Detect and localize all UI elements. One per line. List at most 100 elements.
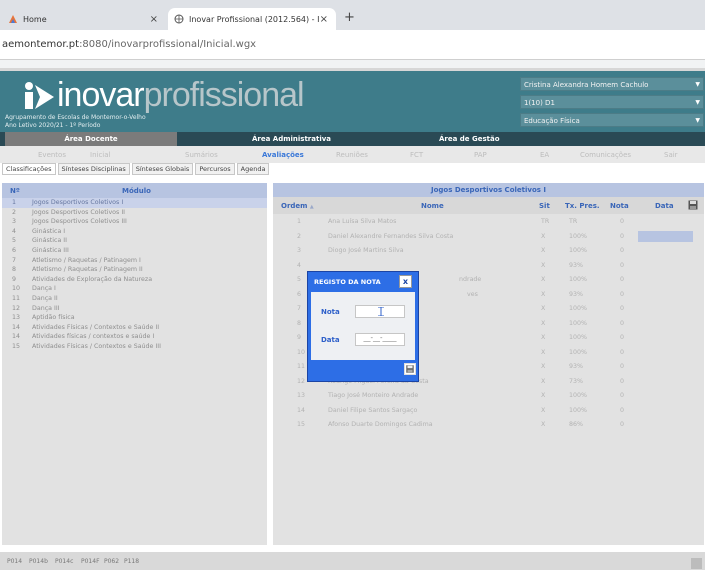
data-input[interactable]: __-__-____ bbox=[355, 333, 405, 346]
col-data[interactable]: Data bbox=[655, 202, 674, 210]
student-name: Ana Luísa Silva Matos bbox=[328, 218, 397, 225]
module-name: Atividades físicas / contextos e saúde I bbox=[32, 333, 155, 341]
user-select[interactable]: Cristina Alexandra Homem Cachulo bbox=[520, 77, 704, 91]
address-bar[interactable]: aemontemor.pt:8080/inovarprofissional/In… bbox=[0, 30, 705, 60]
menu-inicial[interactable]: Inicial bbox=[90, 151, 110, 159]
module-row[interactable]: 14 Atividades físicas / contextos e saúde… bbox=[2, 332, 267, 342]
save-icon[interactable] bbox=[688, 200, 698, 210]
menu-reunioes[interactable]: Reuniões bbox=[336, 151, 368, 159]
col-nota[interactable]: Nota bbox=[610, 202, 629, 210]
module-row[interactable]: 13 Aptidão física bbox=[2, 313, 267, 323]
dialog-close-button[interactable]: x bbox=[399, 275, 412, 288]
module-row[interactable]: 9 Atividades de Exploração da Natureza bbox=[2, 275, 267, 285]
url-text[interactable]: aemontemor.pt:8080/inovarprofissional/In… bbox=[2, 39, 256, 50]
student-row[interactable]: 4 X 93% 0 bbox=[273, 258, 704, 273]
student-nota[interactable]: 0 bbox=[620, 262, 624, 269]
col-ordem[interactable]: Ordem ▲ bbox=[281, 202, 314, 210]
student-sit: X bbox=[541, 232, 546, 240]
module-row[interactable]: 8 Atletismo / Raquetas / Patinagem II bbox=[2, 265, 267, 275]
tab-inovar-label: Inovar Profissional (2012.564) - I bbox=[189, 14, 320, 24]
student-row[interactable]: 15 Afonso Duarte Domingos Cadima X 86% 0 bbox=[273, 417, 704, 432]
student-row[interactable]: 13 Tiago José Monteiro Andrade X 100% 0 bbox=[273, 388, 704, 403]
student-nota[interactable]: 0 bbox=[620, 334, 624, 341]
dialog-title: REGISTO DA NOTA bbox=[314, 278, 381, 286]
student-nota[interactable]: 0 bbox=[620, 233, 624, 240]
resize-grip-icon[interactable] bbox=[691, 558, 702, 569]
menu-avaliacoes[interactable]: Avaliações bbox=[262, 151, 304, 159]
close-tab-icon[interactable]: × bbox=[150, 14, 158, 25]
subtab-sinteses-globais[interactable]: Sínteses Globais bbox=[131, 163, 194, 175]
module-row[interactable]: 2 Jogos Desportivos Coletivos II bbox=[2, 208, 267, 218]
module-number: 14 bbox=[12, 333, 21, 341]
subtab-agenda[interactable]: Agenda bbox=[236, 163, 270, 175]
student-sit: TR bbox=[541, 218, 550, 225]
student-row[interactable]: 14 Daniel Filipe Santos Sargaço X 100% 0 bbox=[273, 403, 704, 418]
nota-input[interactable] bbox=[355, 305, 405, 318]
student-nota[interactable]: 0 bbox=[620, 320, 624, 327]
footer-code: P014b bbox=[29, 558, 48, 565]
new-tab-button[interactable]: + bbox=[344, 10, 355, 25]
student-nota[interactable]: 0 bbox=[620, 349, 624, 356]
menu-ea[interactable]: EA bbox=[540, 151, 549, 159]
module-title: Jogos Desportivos Coletivos I bbox=[273, 183, 704, 197]
area-administrativa[interactable]: Área Administrativa bbox=[252, 135, 331, 143]
student-nota[interactable]: 0 bbox=[620, 392, 624, 399]
student-nota[interactable]: 0 bbox=[620, 291, 624, 298]
student-row[interactable]: 2 Daniel Alexandre Fernandes Silva Costa X… bbox=[273, 229, 704, 244]
student-nota[interactable]: 0 bbox=[620, 407, 624, 414]
module-row[interactable]: 7 Atletismo / Raquetas / Patinagem I bbox=[2, 256, 267, 266]
close-tab-icon[interactable]: × bbox=[320, 14, 328, 25]
footer-code: P118 bbox=[124, 558, 140, 565]
menu-sumarios[interactable]: Sumários bbox=[185, 151, 218, 159]
module-row[interactable]: 5 Ginástica II bbox=[2, 236, 267, 246]
student-nota[interactable]: 0 bbox=[620, 421, 624, 428]
school-name: Agrupamento de Escolas de Montemor-o-Vel… bbox=[5, 114, 146, 121]
student-row[interactable]: 1 Ana Luísa Silva Matos TR TR 0 bbox=[273, 214, 704, 229]
subtab-percursos[interactable]: Percursos bbox=[195, 163, 235, 175]
student-nota[interactable]: 0 bbox=[620, 276, 624, 283]
module-number: 3 bbox=[12, 218, 17, 226]
module-row[interactable]: 3 Jogos Desportivos Coletivos III bbox=[2, 217, 267, 227]
subtab-classificacoes[interactable]: Classificações bbox=[2, 163, 56, 175]
url-host: aemontemor.pt bbox=[2, 39, 80, 50]
student-tx-pres: 93% bbox=[569, 363, 583, 370]
module-row[interactable]: 15 Atividades Físicas / Contextos e Saúde… bbox=[2, 342, 267, 352]
student-nota[interactable]: 0 bbox=[620, 305, 624, 312]
module-name: Ginástica I bbox=[32, 227, 66, 235]
module-row[interactable]: 11 Dança II bbox=[2, 294, 267, 304]
menu-sair[interactable]: Sair bbox=[664, 151, 678, 159]
menu-comunicacoes[interactable]: Comunicações bbox=[580, 151, 631, 159]
class-select[interactable]: 1(10) D1 bbox=[520, 95, 704, 109]
col-numero[interactable]: Nº bbox=[10, 187, 20, 195]
tab-home[interactable]: Home × bbox=[2, 8, 166, 30]
col-nome[interactable]: Nome bbox=[421, 202, 444, 210]
menu-fct[interactable]: FCT bbox=[410, 151, 423, 159]
subtab-sinteses-disciplinas[interactable]: Sínteses Disciplinas bbox=[57, 163, 130, 175]
tab-inovar[interactable]: Inovar Profissional (2012.564) - I × bbox=[168, 8, 336, 30]
module-row[interactable]: 14 Atividades Físicas / Contextos e Saúde… bbox=[2, 323, 267, 333]
col-tx-pres[interactable]: Tx. Pres. bbox=[565, 202, 600, 210]
student-nota[interactable]: 0 bbox=[620, 218, 624, 225]
student-sit: X bbox=[541, 247, 546, 254]
module-row[interactable]: 6 Ginástica III bbox=[2, 246, 267, 256]
col-sit[interactable]: Sit bbox=[539, 202, 550, 210]
module-name: Jogos Desportivos Coletivos I bbox=[32, 199, 124, 206]
subject-select[interactable]: Educação Física bbox=[520, 113, 704, 127]
dialog-save-icon[interactable] bbox=[404, 363, 416, 375]
student-order: 15 bbox=[297, 421, 306, 428]
data-cell-selected[interactable] bbox=[638, 230, 693, 242]
student-row[interactable]: 3 Diogo José Martins Silva X 100% 0 bbox=[273, 243, 704, 258]
col-modulo[interactable]: Módulo bbox=[122, 187, 151, 195]
module-row[interactable]: 10 Dança I bbox=[2, 284, 267, 294]
area-gestao[interactable]: Área de Gestão bbox=[439, 135, 500, 143]
student-nota[interactable]: 0 bbox=[620, 363, 624, 370]
module-row[interactable]: 12 Dança III bbox=[2, 304, 267, 314]
menu-eventos[interactable]: Eventos bbox=[38, 151, 66, 159]
area-docente[interactable]: Área Docente bbox=[5, 132, 177, 146]
menu-pap[interactable]: PAP bbox=[474, 151, 487, 159]
student-nota[interactable]: 0 bbox=[620, 247, 624, 254]
module-row[interactable]: 1 Jogos Desportivos Coletivos I bbox=[2, 198, 267, 208]
student-nota[interactable]: 0 bbox=[620, 378, 624, 385]
module-number: 13 bbox=[12, 314, 21, 322]
module-row[interactable]: 4 Ginástica I bbox=[2, 227, 267, 237]
